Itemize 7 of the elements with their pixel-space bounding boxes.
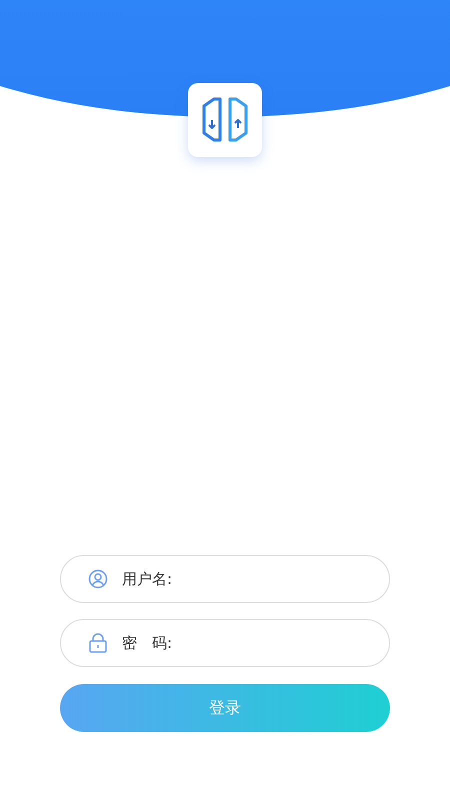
lock-icon xyxy=(88,633,108,653)
user-icon xyxy=(88,569,108,589)
field-label: 用户名: xyxy=(122,570,172,588)
input-field[interactable]: 密 码: xyxy=(60,619,390,667)
input-field[interactable]: 用户名: xyxy=(60,555,390,603)
field-label: 密 码: xyxy=(122,634,172,652)
logo-icon xyxy=(200,96,250,144)
